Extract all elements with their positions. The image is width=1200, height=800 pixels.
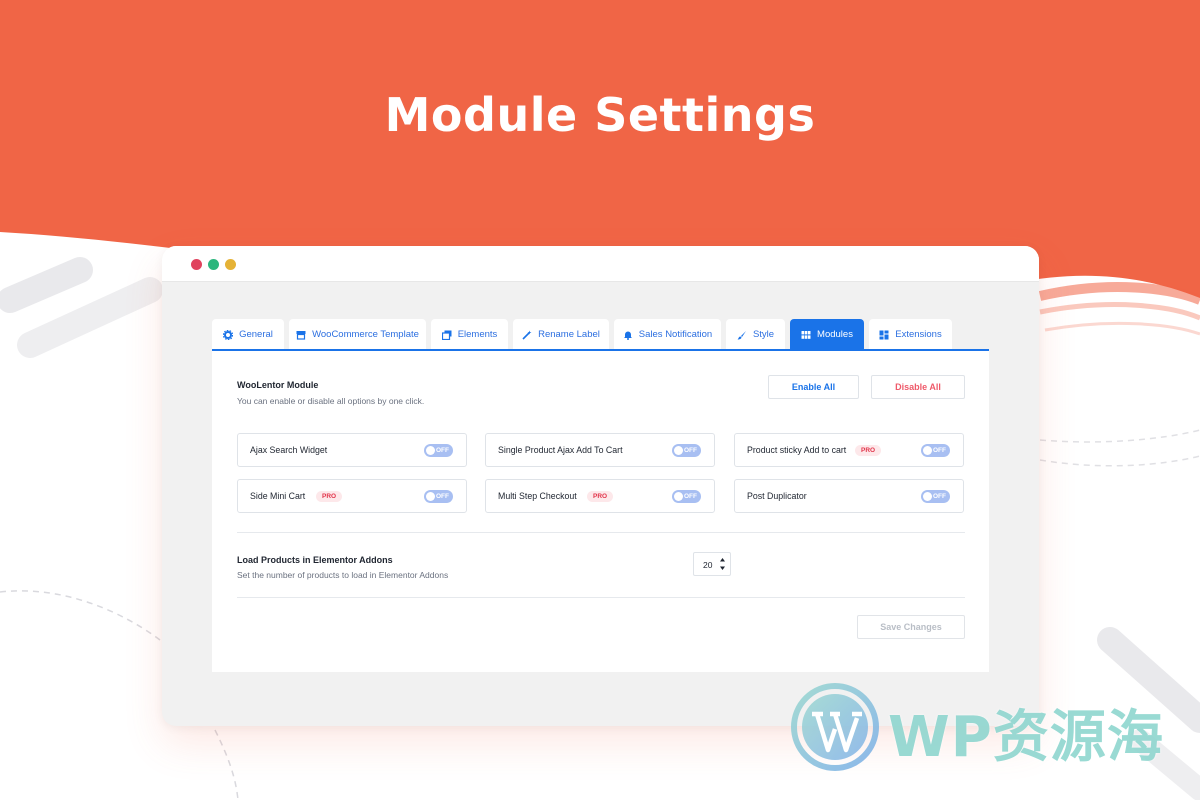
section-divider (237, 532, 965, 533)
toggle-knob (923, 492, 932, 501)
section-divider (237, 597, 965, 598)
module-label: Multi Step Checkout (498, 491, 577, 501)
watermark: WP资源海 (790, 682, 1190, 772)
spinner-arrows-icon[interactable] (719, 556, 726, 572)
toggle-state: OFF (436, 493, 449, 500)
toggle-knob (674, 446, 683, 455)
grid-icon (801, 330, 811, 339)
toggle-state: OFF (684, 447, 697, 454)
module-label: Single Product Ajax Add To Cart (498, 445, 623, 455)
toggle-knob (923, 446, 932, 455)
tab-label: Elements (457, 329, 498, 340)
bell-icon (623, 331, 632, 340)
layers-icon (441, 330, 452, 340)
window-minimize-dot[interactable] (225, 259, 236, 270)
tab-elements[interactable]: Elements (431, 319, 508, 350)
enable-all-button[interactable]: Enable All (768, 375, 859, 399)
toggle-state: OFF (933, 493, 946, 500)
store-icon (296, 330, 306, 340)
tab-label: Sales Notification (638, 329, 713, 340)
dashboard-icon (879, 330, 889, 339)
module-toggle[interactable]: OFF (921, 444, 950, 457)
module-toggle[interactable]: OFF (424, 444, 453, 457)
window-titlebar (162, 246, 1039, 282)
toggle-state: OFF (436, 447, 449, 454)
module-card-multi-step-checkout: Multi Step Checkout PRO OFF (485, 479, 715, 513)
tab-label: General (239, 329, 273, 340)
module-label: Product sticky Add to cart (747, 445, 847, 455)
tab-label: WooCommerce Template (312, 329, 419, 340)
tab-label: Modules (817, 329, 853, 340)
module-label: Ajax Search Widget (250, 445, 328, 455)
module-card-post-duplicator: Post Duplicator OFF (734, 479, 964, 513)
pro-badge: PRO (587, 491, 614, 502)
module-section-description: You can enable or disable all options by… (237, 396, 425, 406)
tab-woocommerce-template[interactable]: WooCommerce Template (289, 319, 426, 350)
magic-wand-icon (522, 330, 532, 340)
pro-badge: PRO (316, 491, 343, 502)
tab-sales-notification[interactable]: Sales Notification (614, 319, 721, 350)
save-changes-button[interactable]: Save Changes (857, 615, 965, 639)
modules-panel: WooLentor Module You can enable or disab… (212, 349, 989, 672)
module-toggle[interactable]: OFF (672, 444, 701, 457)
brush-icon (737, 330, 746, 339)
disable-all-button[interactable]: Disable All (871, 375, 965, 399)
pro-badge: PRO (855, 445, 882, 456)
module-label: Post Duplicator (747, 491, 807, 501)
module-card-side-mini-cart: Side Mini Cart PRO OFF (237, 479, 467, 513)
tab-style[interactable]: Style (726, 319, 785, 350)
module-toggle[interactable]: OFF (921, 490, 950, 503)
toggle-knob (426, 492, 435, 501)
tab-label: Style (752, 329, 775, 340)
page-headline: Module Settings (384, 88, 816, 142)
module-label: Side Mini Cart (250, 491, 306, 501)
toggle-knob (426, 446, 435, 455)
tab-modules[interactable]: Modules (790, 319, 864, 350)
load-products-description: Set the number of products to load in El… (237, 570, 449, 580)
module-toggle[interactable]: OFF (424, 490, 453, 503)
tab-label: Rename Label (538, 329, 600, 340)
module-card-ajax-search-widget: Ajax Search Widget OFF (237, 433, 467, 467)
window-maximize-dot[interactable] (208, 259, 219, 270)
module-section-title: WooLentor Module (237, 380, 319, 390)
module-toggle[interactable]: OFF (672, 490, 701, 503)
load-products-title: Load Products in Elementor Addons (237, 555, 393, 565)
tab-general[interactable]: General (212, 319, 284, 350)
toggle-state: OFF (684, 493, 697, 500)
tab-label: Extensions (895, 329, 942, 340)
load-products-value: 20 (703, 560, 713, 570)
tab-extensions[interactable]: Extensions (869, 319, 952, 350)
toggle-state: OFF (933, 447, 946, 454)
wordpress-logo-icon (791, 683, 879, 771)
watermark-text: WP资源海 (888, 705, 1164, 770)
tab-rename-label[interactable]: Rename Label (513, 319, 609, 350)
toggle-knob (674, 492, 683, 501)
gear-icon (223, 329, 234, 340)
module-card-single-product-ajax-add-to-cart: Single Product Ajax Add To Cart OFF (485, 433, 715, 467)
module-card-product-sticky-add-to-cart: Product sticky Add to cart PRO OFF (734, 433, 964, 467)
load-products-number-input[interactable]: 20 (693, 552, 731, 576)
browser-window: General WooCommerce Template Elements Re… (162, 246, 1039, 726)
window-close-dot[interactable] (191, 259, 202, 270)
